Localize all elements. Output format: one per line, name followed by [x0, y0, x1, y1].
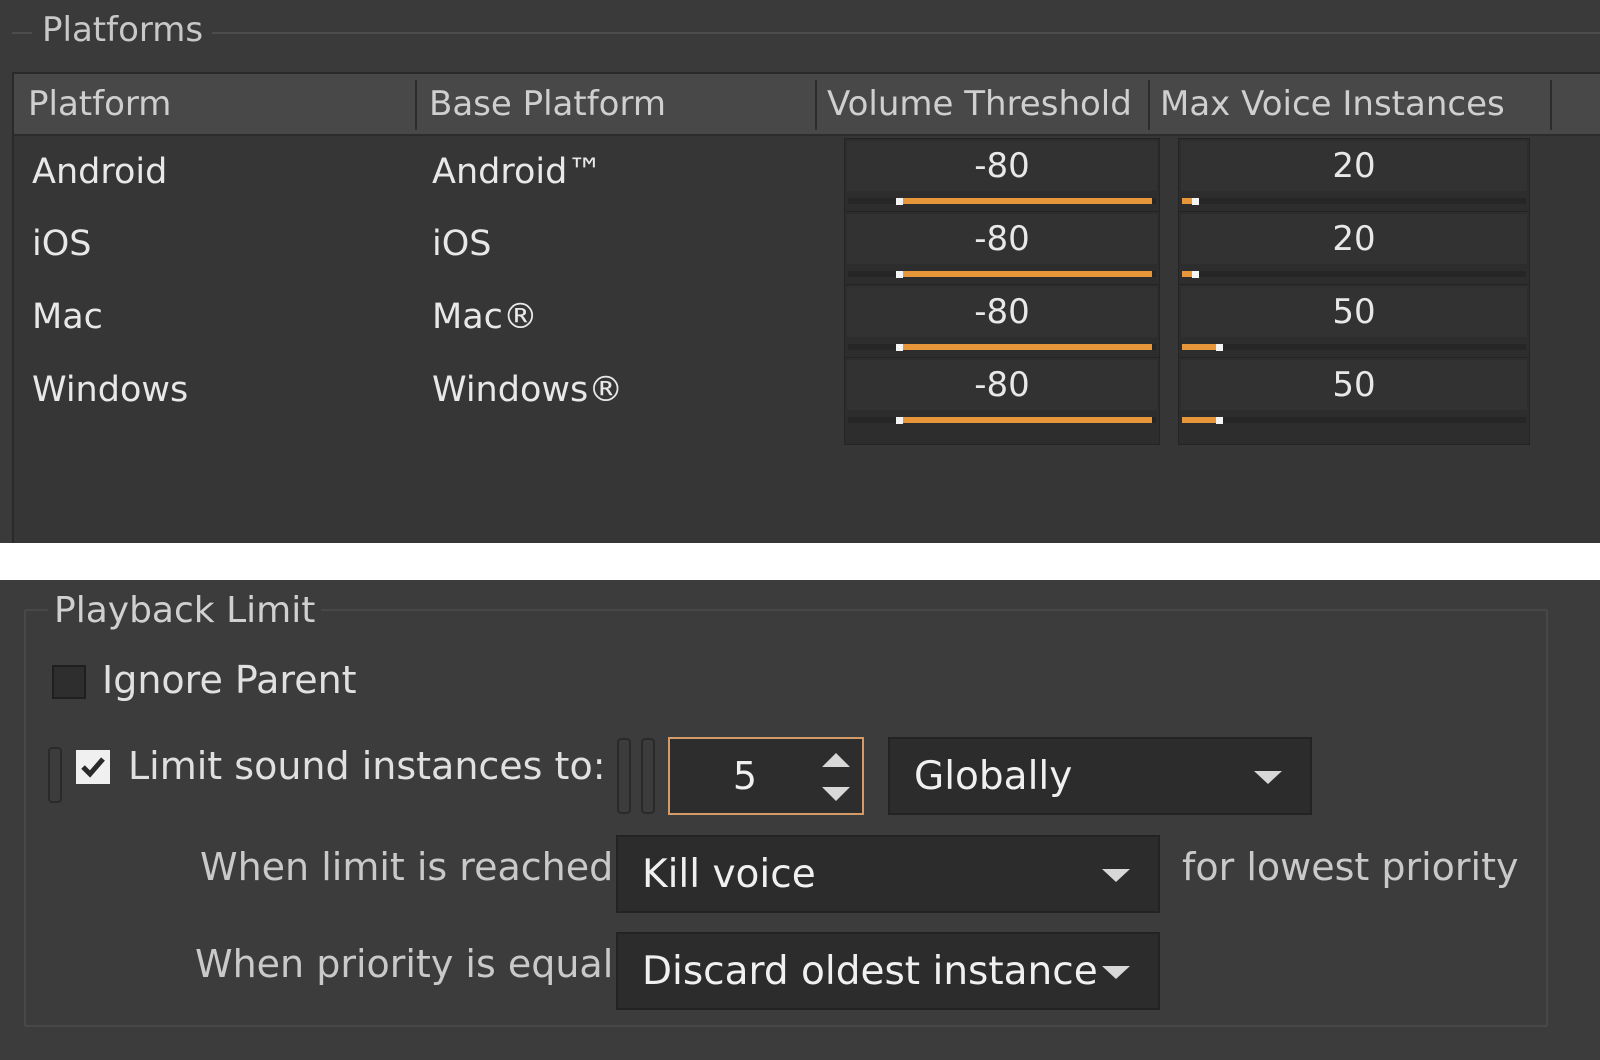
platform-name: Mac	[32, 297, 103, 337]
slider-handle[interactable]	[896, 271, 903, 278]
link-icon[interactable]	[641, 738, 655, 814]
link-icon[interactable]	[617, 738, 631, 814]
column-header-volume-threshold[interactable]: Volume Threshold	[815, 74, 1147, 134]
spin-down-icon[interactable]	[822, 787, 850, 801]
column-header-platform[interactable]: Platform	[14, 74, 414, 134]
volume-threshold-value[interactable]: -80	[844, 211, 1160, 265]
slider-fill	[896, 344, 1152, 350]
slider-handle[interactable]	[1216, 344, 1224, 351]
when-limit-dropdown[interactable]: Kill voice	[616, 835, 1160, 913]
scope-dropdown[interactable]: Globally	[888, 737, 1312, 815]
playback-limit-legend-bg: Playback Limit	[48, 590, 322, 631]
volume-threshold-value[interactable]: -80	[844, 284, 1160, 338]
slider-fill	[896, 271, 1152, 277]
column-header-base-platform[interactable]: Base Platform	[415, 74, 815, 134]
when-limit-dropdown-value[interactable]: Kill voice	[642, 837, 816, 913]
platform-name: Windows	[32, 370, 189, 410]
base-platform-name: Mac®	[432, 297, 538, 337]
legend-line-left	[12, 32, 32, 34]
limit-instances-checkbox[interactable]	[76, 750, 110, 784]
ignore-parent-label[interactable]: Ignore Parent	[102, 658, 357, 702]
limit-instances-label[interactable]: Limit sound instances to:	[128, 744, 606, 788]
base-platform-name: iOS	[432, 224, 492, 264]
platforms-panel: Platforms Platform Base Platform Volume …	[0, 0, 1600, 545]
slider-handle[interactable]	[896, 417, 903, 424]
limit-instances-value[interactable]: 5	[670, 739, 820, 813]
dropdown-caret-icon[interactable]	[1102, 966, 1130, 979]
volume-threshold-slider[interactable]: -80	[844, 357, 1160, 447]
dropdown-caret-icon[interactable]	[1102, 869, 1130, 882]
when-priority-label: When priority is equal:	[195, 942, 627, 986]
slider-fill	[896, 417, 1152, 423]
slider-track[interactable]	[1182, 271, 1526, 277]
dropdown-caret-icon[interactable]	[1254, 771, 1282, 784]
slider-fill	[896, 198, 1152, 204]
limit-instances-stepper[interactable]: 5	[668, 737, 864, 815]
for-lowest-priority-label: for lowest priority	[1182, 845, 1519, 889]
link-icon[interactable]	[48, 747, 62, 803]
table-header: Platform Base Platform Volume Threshold …	[14, 74, 1600, 136]
slider-track[interactable]	[1182, 198, 1526, 204]
slider-handle[interactable]	[1192, 198, 1200, 205]
playback-limit-panel: Playback Limit Ignore Parent Limit sound…	[0, 580, 1600, 1060]
legend-line-right	[212, 32, 1600, 34]
check-icon	[81, 757, 105, 778]
max-voice-instances-value[interactable]: 50	[1178, 284, 1530, 338]
platform-name: iOS	[32, 224, 92, 264]
platform-name: Android	[32, 152, 168, 192]
max-voice-instances-value[interactable]: 20	[1178, 138, 1530, 192]
playback-limit-legend: Playback Limit	[54, 590, 316, 631]
slider-handle[interactable]	[1192, 271, 1200, 278]
base-platform-name: Windows®	[432, 370, 624, 410]
slider-handle[interactable]	[896, 344, 903, 351]
scope-dropdown-value[interactable]: Globally	[914, 739, 1072, 815]
platforms-legend: Platforms	[42, 10, 204, 50]
spin-up-icon[interactable]	[822, 753, 850, 767]
base-platform-name: Android™	[432, 152, 603, 192]
when-priority-dropdown[interactable]: Discard oldest instance	[616, 932, 1160, 1010]
volume-threshold-value[interactable]: -80	[844, 357, 1160, 411]
ignore-parent-checkbox[interactable]	[52, 665, 86, 699]
volume-threshold-value[interactable]: -80	[844, 138, 1160, 192]
slider-track[interactable]	[1182, 417, 1526, 423]
column-header-max-voice-instances[interactable]: Max Voice Instances	[1148, 74, 1520, 134]
when-limit-label: When limit is reached:	[200, 845, 627, 889]
panel-divider	[0, 543, 1600, 580]
when-priority-dropdown-value[interactable]: Discard oldest instance	[642, 934, 1098, 1010]
column-separator[interactable]	[1550, 80, 1552, 130]
max-voice-instances-value[interactable]: 50	[1178, 357, 1530, 411]
slider-track[interactable]	[1182, 344, 1526, 350]
slider-handle[interactable]	[896, 198, 903, 205]
max-voice-instances-value[interactable]: 20	[1178, 211, 1530, 265]
slider-handle[interactable]	[1216, 417, 1224, 424]
platforms-table: Platform Base Platform Volume Threshold …	[12, 72, 1600, 545]
max-voice-instances-slider[interactable]: 50	[1178, 357, 1530, 447]
